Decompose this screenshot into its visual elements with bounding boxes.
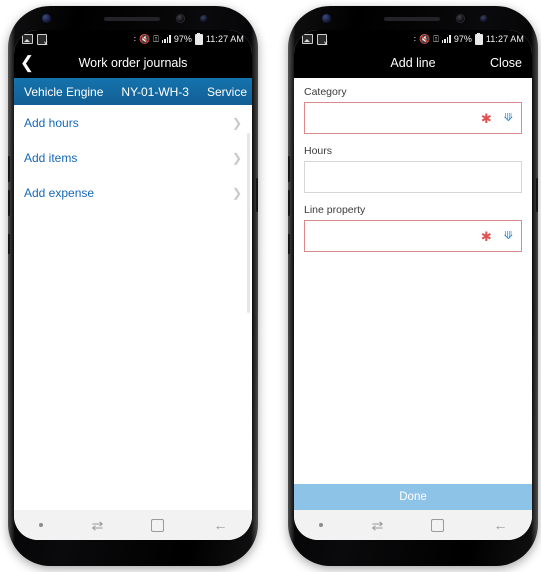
screen-left: ꞉ 🔇 ⍐ 97% 11:27 AM ❮ Work order journals… bbox=[14, 30, 252, 540]
field-label: Hours bbox=[304, 145, 333, 157]
earpiece-speaker bbox=[384, 17, 440, 21]
signal-bars-icon bbox=[161, 35, 171, 43]
power-button[interactable] bbox=[256, 178, 258, 212]
back-arrow-icon[interactable]: ← bbox=[493, 518, 507, 532]
chevron-down-icon[interactable]: ⟱ bbox=[504, 112, 513, 124]
status-bar-left: ꞉ 🔇 ⍐ 97% 11:27 AM bbox=[14, 30, 252, 48]
front-camera-icon bbox=[200, 15, 208, 23]
volume-up-button[interactable] bbox=[8, 156, 10, 182]
power-button[interactable] bbox=[536, 178, 538, 212]
clock-time: 11:27 AM bbox=[485, 34, 524, 44]
screenshot-failed-icon bbox=[317, 33, 328, 48]
journal-actions-list: Add hours ❯ Add items ❯ Add expense ❯ bbox=[14, 105, 252, 510]
field-label: Category bbox=[304, 86, 347, 98]
required-asterisk-icon: ✱ bbox=[480, 110, 492, 126]
front-camera-icon bbox=[480, 15, 488, 23]
earpiece-speaker bbox=[104, 17, 160, 21]
chevron-right-icon: ❯ bbox=[231, 150, 242, 165]
list-item[interactable]: Add expense ❯ bbox=[14, 175, 252, 210]
screen-right: ꞉ 🔇 ⍐ 97% 11:27 AM Add line Close Catego… bbox=[294, 30, 532, 540]
chevron-right-icon: ❯ bbox=[231, 185, 242, 200]
line-property-dropdown[interactable]: ✱ ⟱ bbox=[304, 220, 522, 252]
add-line-form: Category ✱ ⟱ Hours Line property ✱ ⟱ bbox=[294, 78, 532, 484]
status-indicators: ꞉ 🔇 ⍐ 97% 11:27 AM bbox=[133, 32, 244, 45]
app-bar-right: Add line Close bbox=[294, 48, 532, 78]
recents-icon[interactable]: ⇄ bbox=[371, 519, 383, 532]
page-title: Work order journals bbox=[78, 56, 188, 70]
android-nav-bar-right: ⇄ ← bbox=[294, 510, 532, 540]
banner-vehicle: Vehicle Engine bbox=[24, 84, 104, 99]
battery-icon bbox=[194, 32, 203, 45]
list-item-label: Add expense bbox=[24, 185, 95, 200]
phone-device-right: ꞉ 🔇 ⍐ 97% 11:27 AM Add line Close Catego… bbox=[288, 6, 538, 566]
list-item-label: Add items bbox=[24, 150, 78, 165]
chevron-right-icon: ❯ bbox=[231, 115, 242, 130]
category-dropdown[interactable]: ✱ ⟱ bbox=[304, 102, 522, 134]
field-line-property: Line property ✱ ⟱ bbox=[304, 204, 522, 252]
volume-down-button[interactable] bbox=[288, 190, 290, 216]
hours-input[interactable] bbox=[304, 161, 522, 193]
chevron-down-icon[interactable]: ⟱ bbox=[504, 230, 513, 242]
close-button[interactable]: Close bbox=[480, 56, 532, 70]
home-square-icon[interactable] bbox=[431, 518, 445, 532]
done-button[interactable]: Done bbox=[294, 484, 532, 510]
required-asterisk-icon: ✱ bbox=[480, 228, 492, 244]
field-category: Category ✱ ⟱ bbox=[304, 86, 522, 134]
recents-icon[interactable]: ⇄ bbox=[91, 519, 103, 532]
volume-muted-icon: 🔇 bbox=[139, 33, 151, 44]
scrollbar[interactable] bbox=[247, 133, 250, 313]
app-bar-left: ❮ Work order journals bbox=[14, 48, 252, 78]
status-notifications bbox=[302, 33, 328, 48]
list-item[interactable]: Add hours ❯ bbox=[14, 105, 252, 140]
assistant-button[interactable] bbox=[288, 234, 290, 254]
list-item-label: Add hours bbox=[24, 115, 79, 130]
sensor-cluster bbox=[288, 6, 538, 30]
battery-percent: 97% bbox=[173, 34, 192, 44]
volume-up-button[interactable] bbox=[288, 156, 290, 182]
status-indicators: ꞉ 🔇 ⍐ 97% 11:27 AM bbox=[413, 32, 524, 45]
iris-scanner-icon bbox=[176, 14, 185, 23]
status-bar-right: ꞉ 🔇 ⍐ 97% 11:27 AM bbox=[294, 30, 532, 48]
status-notifications bbox=[22, 33, 48, 48]
back-arrow-icon[interactable]: ← bbox=[213, 518, 227, 532]
battery-percent: 97% bbox=[453, 34, 472, 44]
recent-dot-icon[interactable] bbox=[38, 523, 43, 527]
back-chevron-icon[interactable]: ❮ bbox=[14, 48, 40, 78]
assistant-button[interactable] bbox=[8, 234, 10, 254]
image-icon bbox=[22, 34, 33, 44]
bluetooth-icon: ꞉ bbox=[413, 33, 417, 44]
clock-time: 11:27 AM bbox=[205, 34, 244, 44]
banner-type: Service bbox=[206, 84, 247, 99]
image-icon bbox=[302, 34, 313, 44]
field-hours: Hours bbox=[304, 145, 522, 193]
signal-bars-icon bbox=[441, 35, 451, 43]
battery-icon bbox=[474, 32, 483, 45]
iris-scanner-icon bbox=[456, 14, 465, 23]
phone-device-left: ꞉ 🔇 ⍐ 97% 11:27 AM ❮ Work order journals… bbox=[8, 6, 258, 566]
banner-id: NY-01-WH-3 bbox=[121, 84, 189, 99]
iris-sensor-icon bbox=[42, 14, 51, 23]
volume-down-button[interactable] bbox=[8, 190, 10, 216]
bluetooth-icon: ꞉ bbox=[133, 33, 137, 44]
screenshot-failed-icon bbox=[37, 33, 48, 48]
work-order-banner[interactable]: Vehicle Engine NY-01-WH-3 Service bbox=[14, 78, 252, 105]
recent-dot-icon[interactable] bbox=[318, 523, 323, 527]
bezel-highlight-right bbox=[251, 20, 258, 552]
wifi-icon: ⍐ bbox=[153, 33, 159, 44]
android-nav-bar-left: ⇄ ← bbox=[14, 510, 252, 540]
volume-muted-icon: 🔇 bbox=[419, 33, 431, 44]
field-label: Line property bbox=[304, 204, 366, 216]
iris-sensor-icon bbox=[322, 14, 331, 23]
bezel-highlight-right bbox=[531, 20, 538, 552]
home-square-icon[interactable] bbox=[151, 518, 165, 532]
two-phone-screenshot: ꞉ 🔇 ⍐ 97% 11:27 AM ❮ Work order journals… bbox=[0, 0, 541, 572]
sensor-cluster bbox=[8, 6, 258, 30]
wifi-icon: ⍐ bbox=[433, 33, 439, 44]
list-item[interactable]: Add items ❯ bbox=[14, 140, 252, 175]
